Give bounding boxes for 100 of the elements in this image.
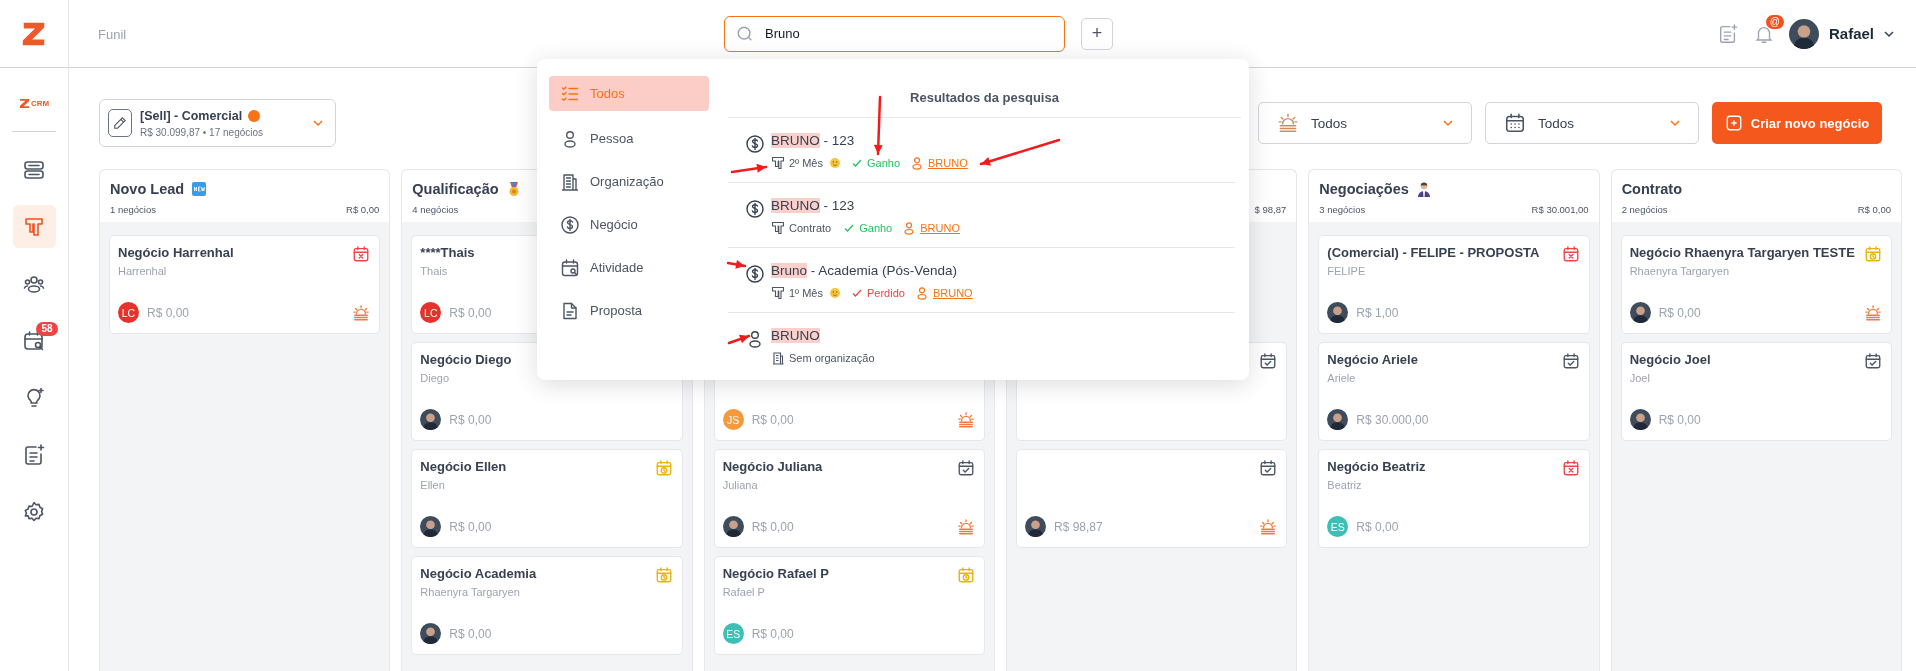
dollar-icon [745,134,765,154]
deal-card[interactable]: Negócio Rafael P Rafael P ES R$ 0,00 [713,556,985,655]
deal-card[interactable]: Negócio Academia Rhaenyra Targaryen R$ 0,00 [411,556,683,655]
search-result[interactable]: BRUNO - 123 2º Mês Ganho BRUNO [728,118,1235,183]
annotation-arrow [726,260,747,269]
deal-value: R$ 0,00 [449,626,492,641]
funnel-icon [771,156,785,170]
filter-dropdown[interactable]: Todos [1258,102,1472,144]
annotation-arrow [873,95,883,156]
user-avatar [420,409,442,430]
result-title: BRUNO [771,328,821,343]
deal-value: R$ 0,00 [449,519,492,534]
check-icon [851,287,863,299]
contact-name: Beatriz [1327,479,1362,491]
contact-name: Rafael P [722,586,765,598]
deal-card[interactable]: Negócio Joel Joel R$ 0,00 [1620,342,1892,441]
pipeline-summary: R$ 30.099,87 • 17 negócios [140,126,265,138]
pipeline-selector[interactable]: [Sell] - Comercial R$ 30.099,87 • 17 negócios [99,99,336,147]
deal-status: Ganho [859,222,893,234]
column-title: Contrato [1621,181,1683,197]
funnel-icon [771,286,785,300]
deal-card[interactable]: Negócio Rhaenyra Targaryen TESTE Rhaenyra Targaryen R$ 0,00 [1620,235,1892,334]
user-avatar [1327,409,1349,430]
deal-card[interactable]: Negócio Juliana Juliana R$ 0,00 [713,449,985,548]
stage-name: 1º Mês [789,287,823,299]
annotation-arrow [730,163,768,174]
user-avatar [1327,302,1349,323]
column-total: R$ 30.001,00 [1531,204,1589,215]
deal-title: Negócio Rafael P [722,566,829,581]
person-icon [914,286,929,300]
plus-square-icon [1724,114,1743,132]
edit-icon [108,109,132,137]
document-icon [560,300,580,321]
category-item[interactable]: Atividade [549,246,709,289]
deal-count: 3 negócios [1319,204,1366,215]
new-badge-icon [191,181,208,197]
result-title: BRUNO - 123 [771,198,856,213]
person-icon [902,221,917,235]
deal-title: Negócio Joel [1629,352,1711,367]
filter-dropdown[interactable]: Todos [1485,102,1699,144]
contact-name: Juliana [722,479,758,491]
deal-card[interactable]: (Comercial) - FELIPE - PROPOSTA FELIPE R$ 1,00 [1318,235,1590,334]
deal-title: Negócio Beatriz [1327,459,1426,474]
user-avatar [1025,516,1046,537]
funnel-icon [771,221,785,235]
dollar-icon [560,214,580,235]
contact-name: Joel [1629,372,1650,384]
user-menu[interactable]: Rafael [1828,25,1896,42]
stage-name: Contrato [789,222,832,234]
contact-name: Diego [420,372,450,384]
search-result[interactable]: Bruno - Academia (Pós-Venda) 1º Mês Perdido BRUNO [728,248,1235,313]
deal-title: Negócio Ariele [1327,352,1418,367]
add-button[interactable]: + [1081,17,1113,50]
category-item[interactable]: Organização [549,160,709,203]
sidebar-item[interactable]: 58 [12,319,56,362]
user-initials: ES [722,623,744,644]
contact-name: Harrenhal [118,265,167,277]
user-avatar [420,516,442,537]
notification-badge: @ [1765,14,1784,29]
deal-value: R$ 0,00 [147,305,190,320]
category-item[interactable]: Proposta [549,289,709,332]
deal-title: Negócio Rhaenyra Targaryen TESTE [1629,245,1855,260]
deal-value: R$ 0,00 [751,626,794,641]
deal-count: 2 negócios [1621,204,1668,215]
deal-title: Negócio Academia [420,566,537,581]
deal-card[interactable]: Negócio Beatriz Beatriz ES R$ 0,00 [1318,449,1590,548]
category-item[interactable]: Negócio [549,203,709,246]
calendar-icon [1504,112,1526,134]
result-title: Bruno - Academia (Pós-Venda) [771,263,959,278]
user-avatar [1629,302,1651,323]
deal-value: R$ 0,00 [751,412,794,427]
deal-card[interactable]: Negócio Harrenhal Harrenhal LC R$ 0,00 [109,235,381,334]
search-result[interactable]: BRUNO - 123 Contrato Ganho BRUNO [728,183,1235,248]
deal-value: R$ 98,87 [1054,519,1103,534]
deal-value: R$ 30.000,00 [1356,412,1429,427]
deal-value: R$ 0,00 [1356,519,1399,534]
annotation-arrow [727,334,751,345]
count-badge: 58 [36,322,58,336]
user-avatar [1788,18,1819,49]
column-title: Negociações [1319,181,1409,197]
deal-value: R$ 1,00 [1356,305,1399,320]
stage-name: 2º Mês [789,157,823,169]
building-icon [560,171,580,192]
search-field[interactable]: Bruno [724,15,1065,52]
result-title: BRUNO - 123 [771,133,856,148]
checklist-icon [560,83,580,104]
brand-logo: CRM [18,98,50,109]
person-icon [910,156,924,170]
deal-title: Negócio Diego [420,352,512,367]
deal-value: R$ 0,00 [449,305,492,320]
deal-card[interactable]: Negócio Ellen Ellen R$ 0,00 [411,449,683,548]
deal-count: 4 negócios [412,204,459,215]
building-icon [771,351,785,365]
check-icon [851,157,863,169]
deal-title: Negócio Juliana [722,459,823,474]
contact-name: Ariele [1327,372,1356,384]
deal-card[interactable]: Negócio Ariele Ariele R$ 30.000,00 [1318,342,1590,441]
user-avatar [722,516,744,537]
category-item[interactable]: Pessoa [549,117,709,160]
businessman-icon [1415,181,1432,197]
